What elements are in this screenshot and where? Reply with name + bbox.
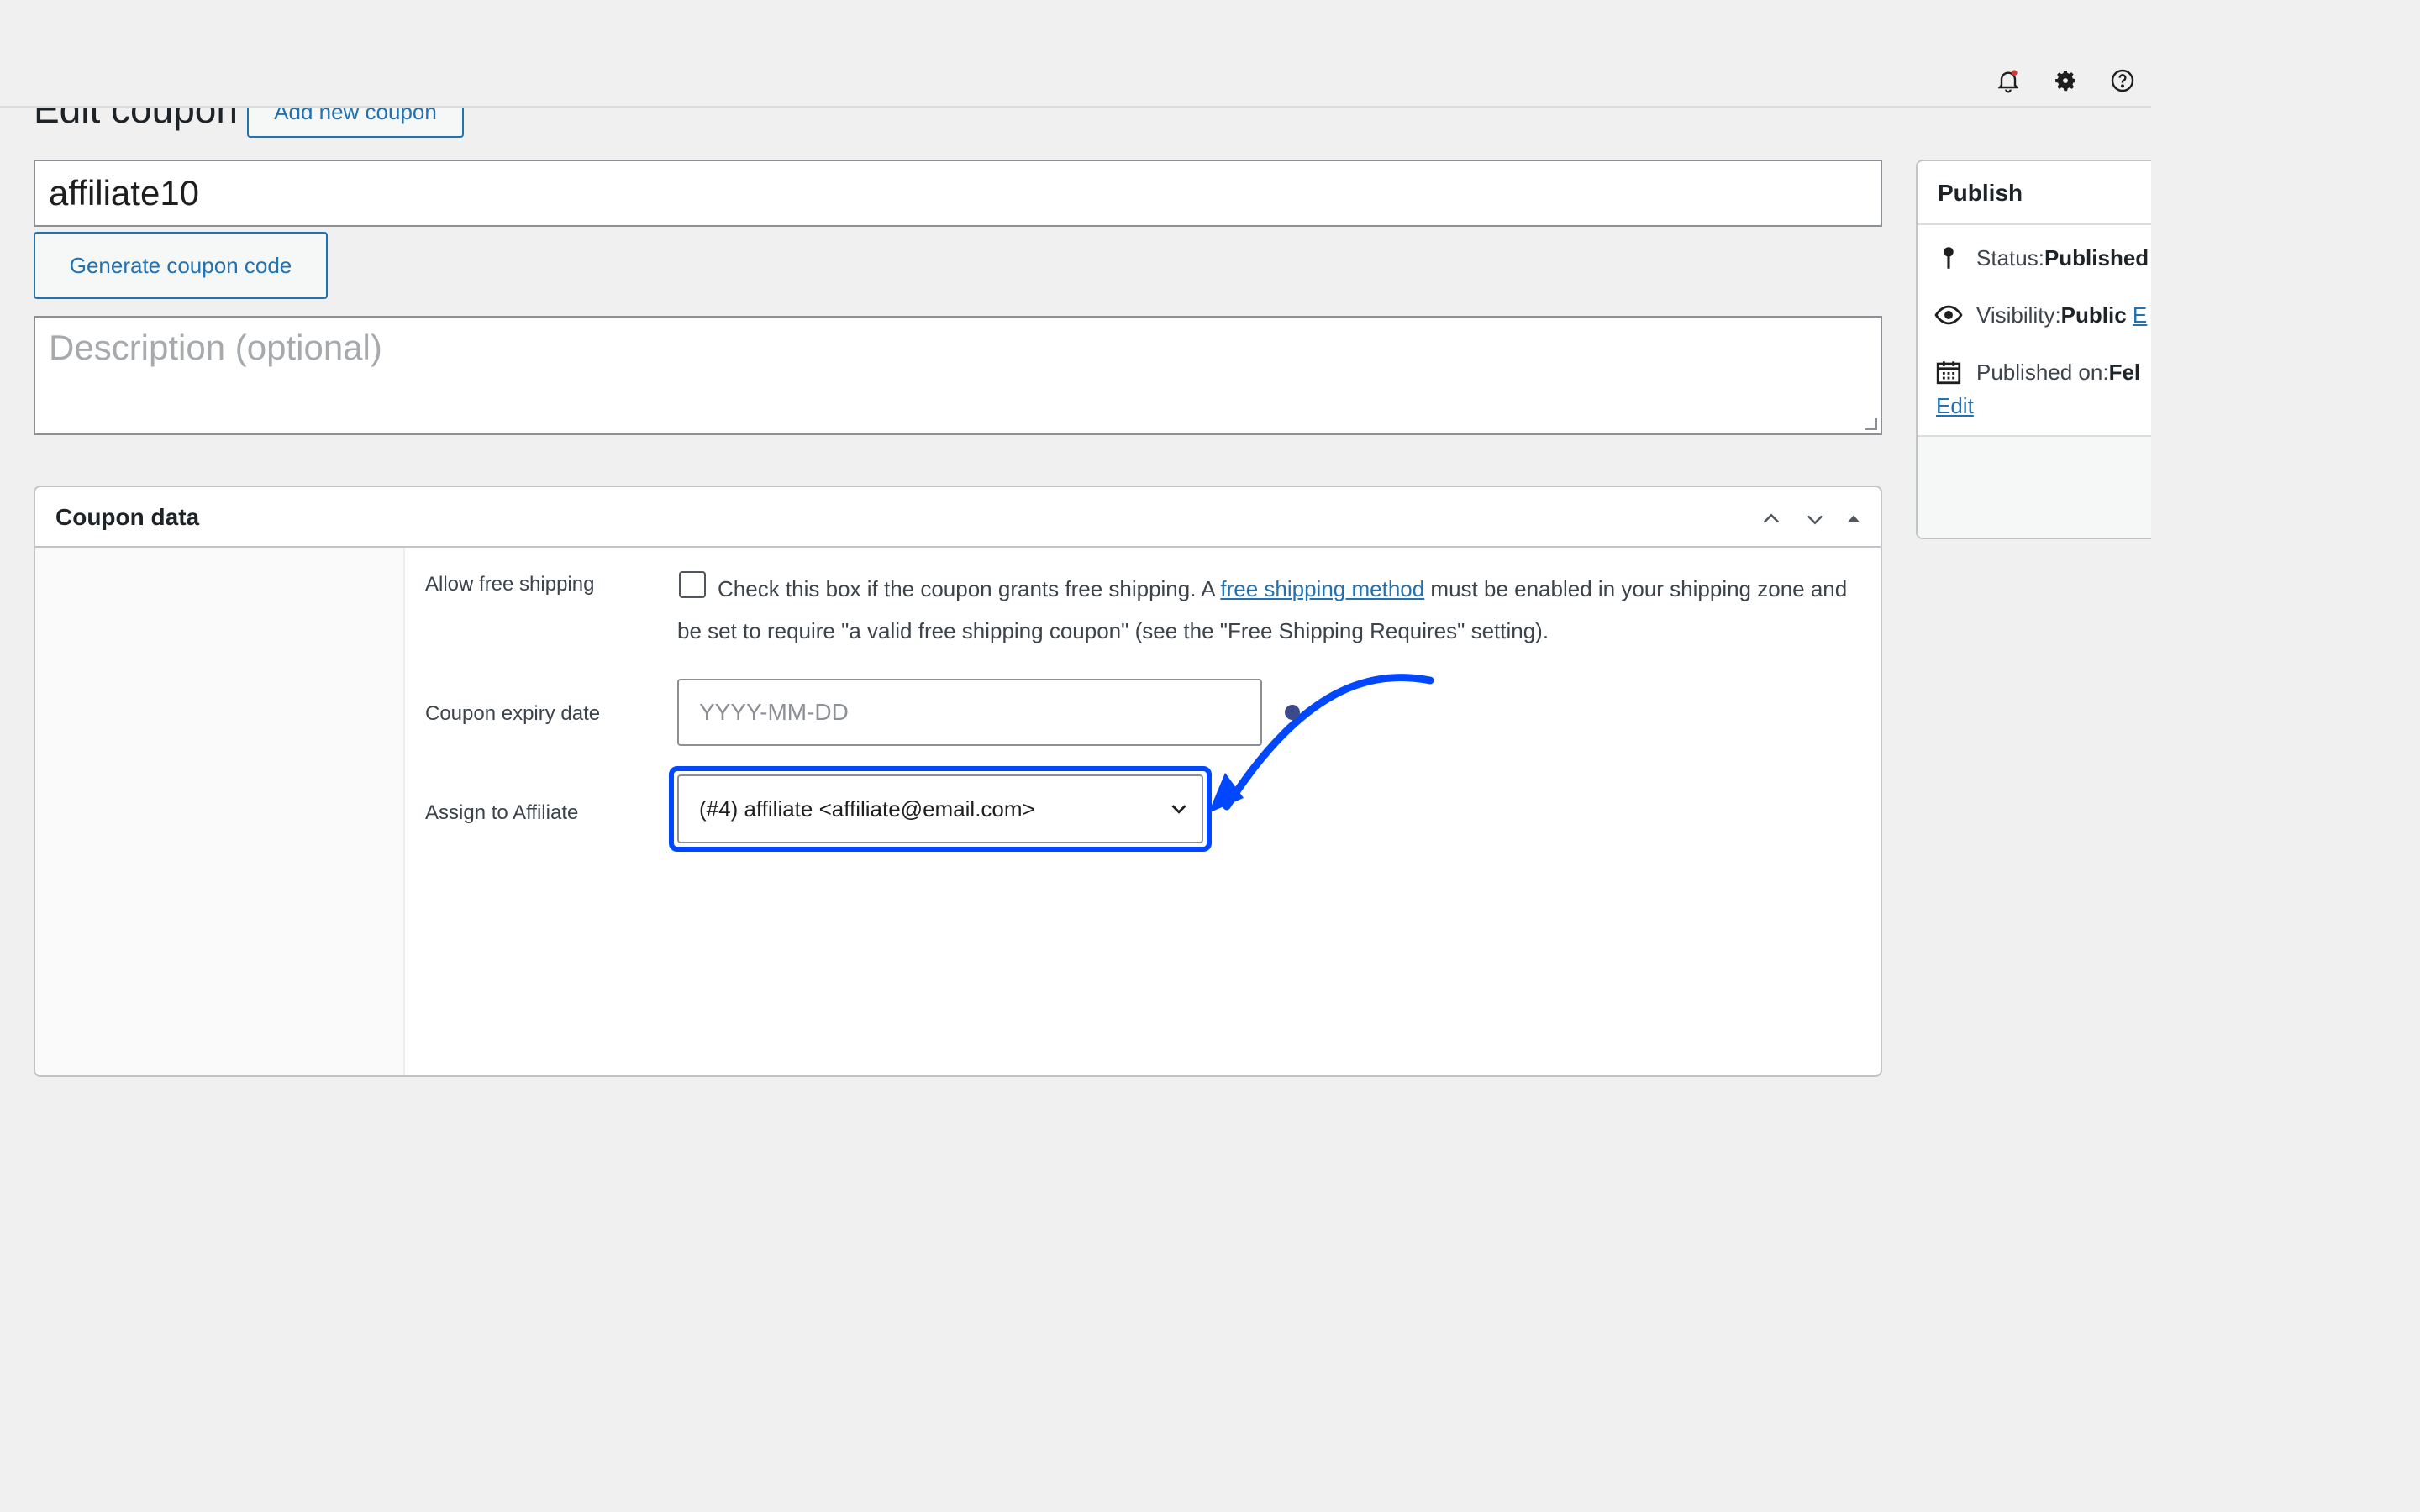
visibility-edit-link[interactable]: E	[2133, 302, 2147, 328]
status-row: Status: Published	[1934, 244, 2149, 272]
generate-coupon-code-button[interactable]: Generate coupon code	[34, 232, 328, 299]
affiliate-select[interactable]: (#4) affiliate <affiliate@email.com>	[677, 774, 1203, 843]
description-placeholder: Description (optional)	[49, 328, 382, 367]
page: Edit coupon Add new coupon affiliate10 G…	[0, 0, 2420, 1512]
description-textarea[interactable]: Description (optional)	[34, 316, 1882, 435]
top-bar	[0, 0, 2151, 108]
affiliate-label: Assign to Affiliate	[425, 801, 579, 824]
move-up-icon[interactable]	[1754, 502, 1788, 536]
visibility-row: Visibility: Public E	[1934, 301, 2147, 329]
affiliate-select-value: (#4) affiliate <affiliate@email.com>	[699, 795, 1035, 822]
publish-header: Publish	[1918, 161, 2166, 225]
pin-icon	[1944, 247, 1954, 269]
published-label: Published on:	[1976, 359, 2109, 385]
published-value: Fel	[2108, 359, 2141, 385]
publish-actions	[1918, 435, 2166, 538]
free-shipping-label: Allow free shipping	[425, 573, 595, 596]
coupon-data-panel: Coupon data Allow free shipping Check th…	[34, 486, 1882, 1077]
visibility-label: Visibility:	[1976, 302, 2061, 328]
free-shipping-description: Check this box if the coupon grants free…	[677, 568, 1854, 652]
panel-header: Coupon data	[35, 487, 1881, 548]
publish-title: Publish	[1938, 180, 2023, 206]
right-empty-area	[2151, 0, 2420, 1512]
collapse-toggle-icon[interactable]	[1837, 502, 1870, 536]
bell-icon[interactable]	[1993, 66, 2023, 96]
chevron-down-icon	[1171, 805, 1186, 814]
status-label: Status:	[1976, 244, 2044, 270]
published-edit-link[interactable]: Edit	[1936, 393, 1974, 419]
expiry-date-input[interactable]: YYYY-MM-DD	[677, 679, 1262, 746]
published-on-row: Published on: Fel	[1934, 358, 2140, 386]
free-shipping-text: Check this box if the coupon grants free…	[718, 576, 1221, 601]
gear-icon[interactable]	[2050, 66, 2081, 96]
coupon-code-input[interactable]: affiliate10	[34, 160, 1882, 227]
eye-icon	[1934, 305, 1963, 325]
status-value: Published	[2044, 244, 2149, 270]
arrow-annotation-icon	[1208, 674, 1434, 813]
free-shipping-method-link[interactable]: free shipping method	[1220, 576, 1424, 601]
visibility-value: Public	[2060, 302, 2127, 328]
move-down-icon[interactable]	[1798, 502, 1832, 536]
expiry-label: Coupon expiry date	[425, 702, 601, 725]
calendar-icon	[1936, 361, 1961, 385]
resize-handle-icon[interactable]	[1865, 418, 1877, 430]
publish-box: Publish Status: Published Visibility: Pu…	[1916, 160, 2168, 539]
panel-title: Coupon data	[55, 504, 200, 530]
help-icon[interactable]	[2107, 66, 2138, 96]
coupon-data-tabs	[35, 548, 405, 1075]
